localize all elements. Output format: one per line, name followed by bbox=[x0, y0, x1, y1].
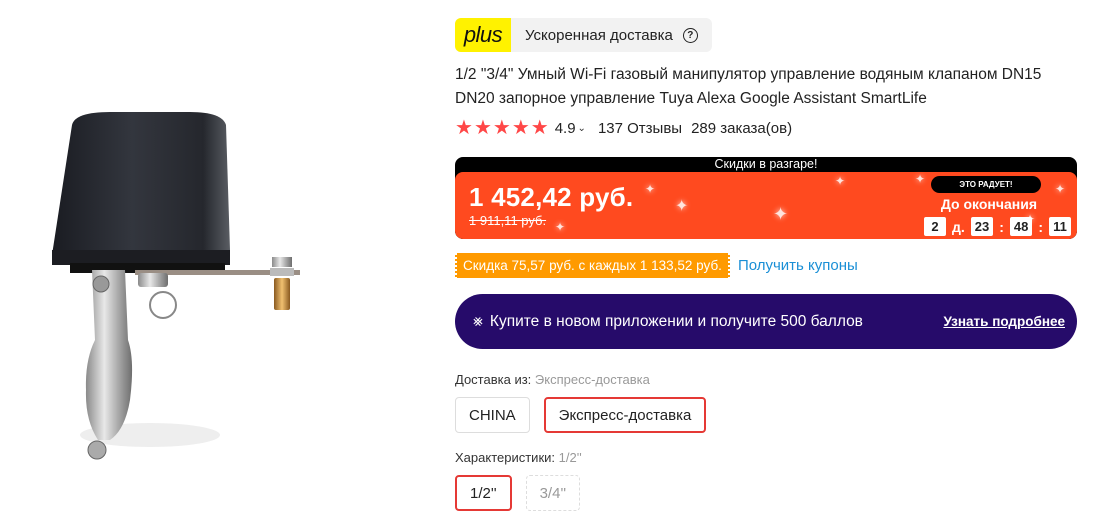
orders-count: 289 заказа(ов) bbox=[691, 119, 793, 137]
app-promo-banner[interactable]: ⨳ Купите в новом приложении и получите 5… bbox=[455, 294, 1077, 349]
star-icon: ★ bbox=[530, 117, 549, 139]
rating-stars: ★ ★ ★ ★ ★ bbox=[455, 118, 549, 138]
star-icon: ★ bbox=[511, 117, 530, 139]
original-price: 1 911,11 руб. bbox=[469, 213, 547, 228]
shipping-label: Доставка из: Экспресс-доставка bbox=[455, 372, 650, 387]
star-icon: ★ bbox=[455, 117, 473, 139]
shipping-label-text: Доставка из: bbox=[455, 372, 532, 387]
characteristics-options: 1/2'' 3/4'' bbox=[455, 475, 581, 511]
current-price: 1 452,42 руб. bbox=[469, 182, 634, 212]
timer-minutes: 48 bbox=[1009, 217, 1033, 236]
timer-days: 2 bbox=[923, 217, 946, 236]
size-option-3-4[interactable]: 3/4'' bbox=[525, 475, 581, 511]
timer-hours: 23 bbox=[970, 217, 994, 236]
sparkle-icon: ✦ bbox=[555, 220, 566, 234]
promo-badge: ЭТО РАДУЕТ! bbox=[931, 176, 1041, 193]
plus-badge[interactable]: plus Ускоренная доставка ? bbox=[455, 18, 712, 52]
learn-more-link[interactable]: Узнать подробнее bbox=[943, 314, 1065, 329]
characteristics-selected-value: 1/2'' bbox=[558, 450, 582, 465]
sparkle-icon: ✦ bbox=[645, 182, 656, 196]
question-circle-icon[interactable]: ? bbox=[682, 27, 698, 43]
sparkle-icon: ✦ bbox=[1055, 182, 1066, 196]
sparkle-icon: ✦ bbox=[675, 198, 689, 215]
product-title: 1/2 "3/4" Умный Wi-Fi газовый манипулято… bbox=[455, 66, 1042, 107]
chevron-down-icon[interactable]: ⌄ bbox=[578, 123, 586, 134]
plus-label: Ускоренная доставка bbox=[525, 26, 673, 44]
sparkle-icon: ✦ bbox=[773, 204, 789, 224]
star-icon: ★ bbox=[492, 117, 511, 139]
product-image-area bbox=[0, 0, 440, 522]
promo-header: Скидки в разгаре! bbox=[714, 157, 818, 171]
star-icon: ★ bbox=[473, 117, 492, 139]
shipping-selected-value: Экспресс-доставка bbox=[534, 372, 650, 387]
rating-value[interactable]: 4.9 bbox=[555, 120, 576, 137]
promo-body: ✦ ✦ ✦ ✦ ✦ ✦ ✦ ✦ 1 452,42 руб. 1 911,11 р… bbox=[455, 172, 1077, 239]
countdown-label: До окончания bbox=[940, 196, 1037, 212]
sparkle-icon: ✦ bbox=[835, 174, 846, 188]
app-gift-icon: ⨳ bbox=[473, 312, 483, 330]
characteristics-label-text: Характеристики: bbox=[455, 450, 556, 465]
size-option-1-2[interactable]: 1/2'' bbox=[455, 475, 512, 511]
shipping-options: CHINA Экспресс-доставка bbox=[455, 397, 707, 433]
shipping-option-china[interactable]: CHINA bbox=[455, 397, 530, 433]
coupon-row: Скидка 75,57 руб. с каждых 1 133,52 руб.… bbox=[455, 253, 858, 278]
timer-separator: : bbox=[999, 218, 1004, 235]
app-promo-content: ⨳ Купите в новом приложении и получите 5… bbox=[473, 313, 863, 331]
plus-logo: plus bbox=[455, 18, 511, 52]
timer-separator: : bbox=[1038, 218, 1043, 235]
coupon-badge: Скидка 75,57 руб. с каждых 1 133,52 руб. bbox=[455, 253, 730, 278]
timer-days-suffix: д. bbox=[951, 218, 965, 235]
app-promo-text: Купите в новом приложении и получите 500… bbox=[489, 312, 863, 330]
countdown-timer: 2 д. 23 : 48 : 11 bbox=[923, 217, 1071, 236]
timer-seconds: 11 bbox=[1049, 217, 1071, 236]
characteristics-label: Характеристики: 1/2'' bbox=[455, 450, 582, 465]
sparkle-icon: ✦ bbox=[915, 172, 926, 186]
reviews-link[interactable]: 137 Отзывы bbox=[598, 120, 682, 137]
product-image[interactable] bbox=[40, 100, 330, 480]
shipping-option-express[interactable]: Экспресс-доставка bbox=[543, 397, 707, 433]
get-coupons-link[interactable]: Получить купоны bbox=[738, 257, 858, 274]
sale-promo-block: Скидки в разгаре! ✦ ✦ ✦ ✦ ✦ ✦ ✦ ✦ 1 452,… bbox=[455, 157, 1077, 239]
rating-row: ★ ★ ★ ★ ★ 4.9 ⌄ 137 Отзывы 289 заказа(ов… bbox=[455, 118, 792, 138]
